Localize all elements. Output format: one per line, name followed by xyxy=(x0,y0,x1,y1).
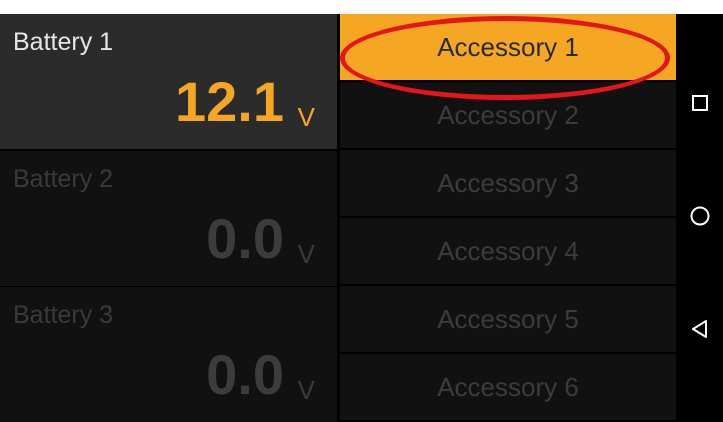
accessory-button-6[interactable]: Accessory 6 xyxy=(340,354,676,420)
battery-name: Battery 3 xyxy=(13,301,114,329)
battery-unit: V xyxy=(297,102,315,132)
home-button[interactable] xyxy=(677,195,723,241)
battery-name: Battery 2 xyxy=(13,165,114,193)
accessory-button-3[interactable]: Accessory 3 xyxy=(340,150,676,216)
system-nav-bar xyxy=(677,14,723,422)
recents-square-icon xyxy=(691,94,709,117)
accessory-button-1[interactable]: Accessory 1 xyxy=(340,14,676,80)
accessory-panel: Accessory 1 Accessory 2 Accessory 3 Acce… xyxy=(340,14,676,422)
battery-name: Battery 1 xyxy=(13,28,114,56)
recents-button[interactable] xyxy=(677,82,723,128)
battery-voltage: 0.0 xyxy=(206,343,284,406)
home-circle-icon xyxy=(689,205,711,232)
accessory-button-4[interactable]: Accessory 4 xyxy=(340,218,676,284)
back-button[interactable] xyxy=(677,308,723,354)
battery-panel: Battery 1 12.1 V Battery 2 0.0 V Battery… xyxy=(0,14,338,422)
back-triangle-icon xyxy=(690,319,710,344)
battery-voltage: 0.0 xyxy=(206,207,284,270)
battery-card-2[interactable]: Battery 2 0.0 V xyxy=(0,151,337,286)
accessory-button-2[interactable]: Accessory 2 xyxy=(340,82,676,148)
battery-unit: V xyxy=(297,375,315,405)
app-screen: Battery 1 12.1 V Battery 2 0.0 V Battery… xyxy=(0,14,723,422)
battery-unit: V xyxy=(297,239,315,269)
accessory-button-5[interactable]: Accessory 5 xyxy=(340,286,676,352)
battery-card-1[interactable]: Battery 1 12.1 V xyxy=(0,14,337,149)
battery-voltage: 12.1 xyxy=(175,70,284,133)
battery-card-3[interactable]: Battery 3 0.0 V xyxy=(0,287,337,422)
